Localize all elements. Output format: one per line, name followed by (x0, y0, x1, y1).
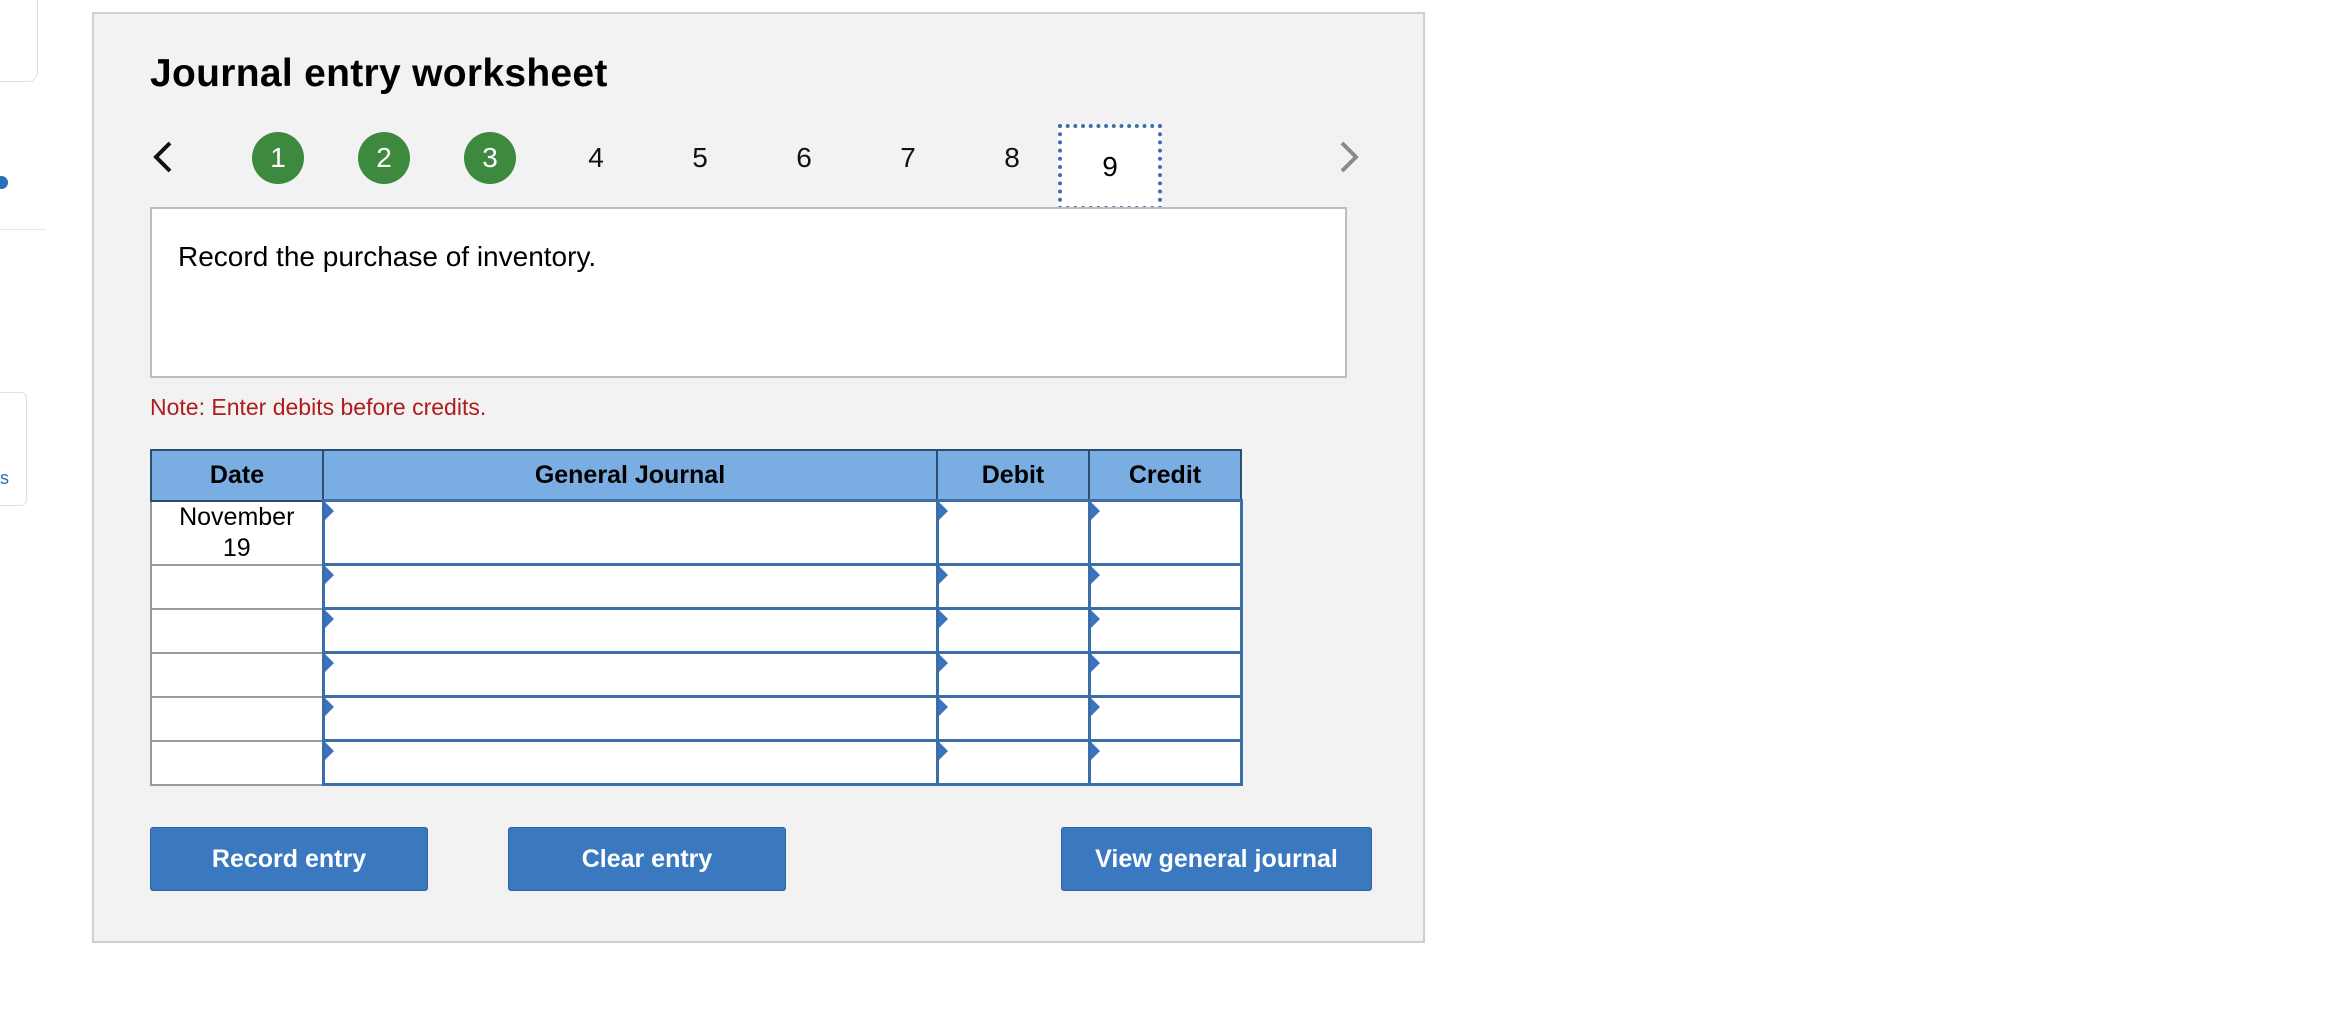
table-row: November 19 (150, 499, 1243, 566)
debit-input[interactable] (935, 499, 1091, 566)
chevron-right-icon (1340, 141, 1359, 173)
journal-table: Date General Journal Debit Credit Novemb… (150, 449, 1243, 786)
instruction-text: Record the purchase of inventory. (178, 241, 597, 272)
step-4[interactable]: 4 (570, 132, 622, 184)
debit-input[interactable] (935, 651, 1091, 698)
date-cell[interactable] (150, 563, 324, 610)
debit-input[interactable] (935, 695, 1091, 742)
prev-step-button[interactable] (144, 137, 184, 177)
date-cell[interactable] (150, 739, 324, 786)
account-input[interactable] (321, 563, 939, 610)
debits-note: Note: Enter debits before credits. (150, 394, 487, 420)
worksheet-title: Journal entry worksheet (150, 52, 608, 95)
account-input[interactable] (321, 499, 939, 566)
table-row (150, 607, 1243, 654)
record-entry-button[interactable]: Record entry (150, 827, 428, 891)
edge-indicator-dot (0, 176, 8, 189)
step-1[interactable]: 1 (252, 132, 304, 184)
table-row (150, 695, 1243, 742)
step-3[interactable]: 3 (464, 132, 516, 184)
account-input[interactable] (321, 739, 939, 786)
credit-input[interactable] (1087, 563, 1243, 610)
date-cell[interactable] (150, 651, 324, 698)
step-9-current[interactable]: 9 (1058, 124, 1162, 210)
clear-entry-button[interactable]: Clear entry (508, 827, 786, 891)
header-date: Date (150, 449, 324, 502)
header-general-journal: General Journal (322, 449, 938, 502)
view-general-journal-button[interactable]: View general journal (1061, 827, 1372, 891)
date-cell: November 19 (150, 499, 324, 566)
account-input[interactable] (321, 651, 939, 698)
credit-input[interactable] (1087, 607, 1243, 654)
credit-input[interactable] (1087, 739, 1243, 786)
step-8[interactable]: 8 (986, 132, 1038, 184)
credit-input[interactable] (1087, 499, 1243, 566)
debit-input[interactable] (935, 607, 1091, 654)
step-5[interactable]: 5 (674, 132, 726, 184)
edge-card-top (0, 0, 38, 82)
next-step-button[interactable] (1328, 137, 1368, 177)
table-row (150, 651, 1243, 698)
date-cell[interactable] (150, 695, 324, 742)
table-row (150, 563, 1243, 610)
table-row (150, 739, 1243, 786)
credit-input[interactable] (1087, 695, 1243, 742)
chevron-left-icon (153, 141, 172, 173)
step-6[interactable]: 6 (778, 132, 830, 184)
header-credit: Credit (1088, 449, 1242, 502)
journal-worksheet-panel: Journal entry worksheet 1 2 3 4 5 6 7 8 … (92, 12, 1425, 943)
edge-link-fragment[interactable]: s (0, 468, 9, 489)
date-cell[interactable] (150, 607, 324, 654)
instruction-box: Record the purchase of inventory. (150, 207, 1347, 378)
step-2[interactable]: 2 (358, 132, 410, 184)
step-7[interactable]: 7 (882, 132, 934, 184)
edge-divider (0, 229, 46, 230)
account-input[interactable] (321, 695, 939, 742)
credit-input[interactable] (1087, 651, 1243, 698)
header-debit: Debit (936, 449, 1090, 502)
account-input[interactable] (321, 607, 939, 654)
debit-input[interactable] (935, 563, 1091, 610)
debit-input[interactable] (935, 739, 1091, 786)
